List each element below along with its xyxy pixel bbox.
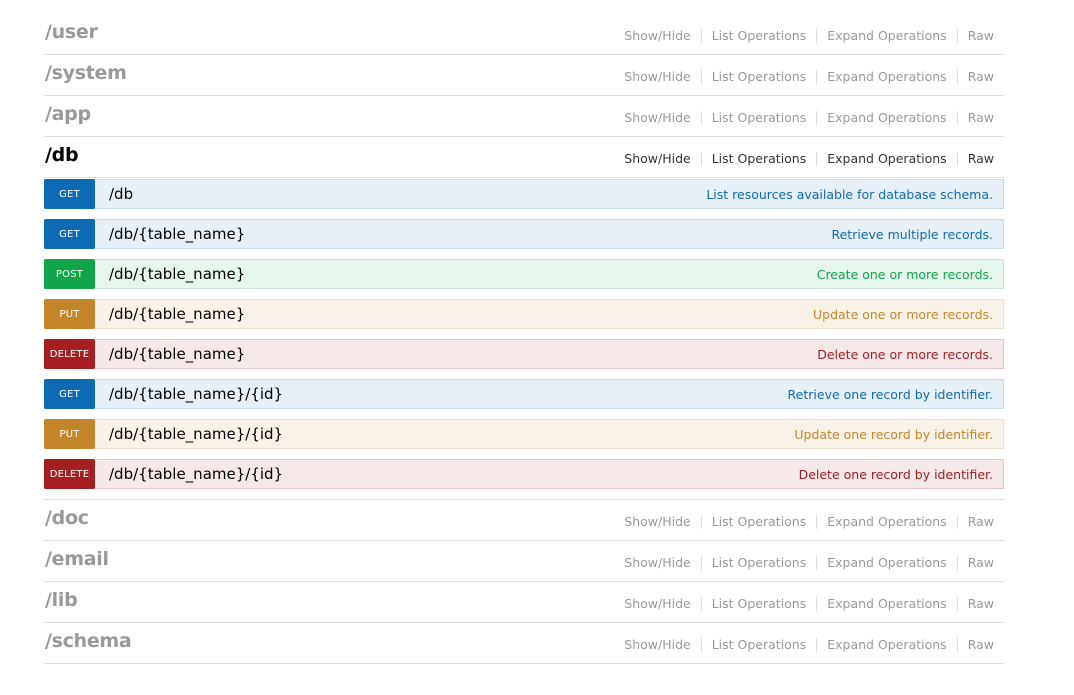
operation-summary-link[interactable]: Create one or more records. <box>817 267 993 282</box>
resource-name-link[interactable]: /db <box>45 144 79 166</box>
list-operations-link[interactable]: List Operations <box>700 152 817 166</box>
resource-name-link[interactable]: /schema <box>45 630 132 652</box>
raw-link[interactable]: Raw <box>956 515 1004 529</box>
api-resource-list: /user Show/Hide List Operations Expand Oper… <box>44 14 1004 664</box>
resource-name-link[interactable]: /lib <box>45 589 78 611</box>
operation-row[interactable]: PUT/db/{table_name}/{id} Update one recor… <box>44 419 1004 449</box>
operation-path-link[interactable]: /db/{table_name} <box>109 265 245 283</box>
operation-summary-link[interactable]: Retrieve one record by identifier. <box>788 387 993 402</box>
resource-section: /app Show/Hide List Operations Expand Opera… <box>44 96 1004 137</box>
expand-operations-link[interactable]: Expand Operations <box>816 152 956 166</box>
resource-actions: Show/Hide List Operations Expand Operation… <box>614 638 1004 652</box>
http-method-badge[interactable]: GET <box>44 179 95 209</box>
resource-section: /user Show/Hide List Operations Expand Oper… <box>44 14 1004 55</box>
resource-header: /db Show/Hide List Operations Expand Operat… <box>44 137 1004 178</box>
http-method-badge[interactable]: PUT <box>44 419 95 449</box>
raw-link[interactable]: Raw <box>956 29 1004 43</box>
show-hide-link[interactable]: Show/Hide <box>614 597 700 611</box>
expand-operations-link[interactable]: Expand Operations <box>816 638 956 652</box>
expand-operations-link[interactable]: Expand Operations <box>816 70 956 84</box>
expand-operations-link[interactable]: Expand Operations <box>816 515 956 529</box>
operation-row[interactable]: PUT/db/{table_name} Update one or more re… <box>44 299 1004 329</box>
show-hide-link[interactable]: Show/Hide <box>614 152 700 166</box>
operation-row[interactable]: GET/db List resources available for datab… <box>44 179 1004 209</box>
resource-actions: Show/Hide List Operations Expand Operation… <box>614 597 1004 611</box>
operation-summary-link[interactable]: Update one record by identifier. <box>794 427 993 442</box>
resource-name-link[interactable]: /system <box>45 62 127 84</box>
http-method-badge[interactable]: DELETE <box>44 339 95 369</box>
operation-row[interactable]: DELETE/db/{table_name} Delete one or more… <box>44 339 1004 369</box>
resource-section: /lib Show/Hide List Operations Expand Opera… <box>44 582 1004 623</box>
http-method-badge[interactable]: GET <box>44 219 95 249</box>
list-operations-link[interactable]: List Operations <box>700 111 817 125</box>
operation-row[interactable]: GET/db/{table_name} Retrieve multiple rec… <box>44 219 1004 249</box>
operation-summary-link[interactable]: Delete one record by identifier. <box>799 467 993 482</box>
resource-header: /app Show/Hide List Operations Expand Opera… <box>44 96 1004 137</box>
http-method-badge[interactable]: POST <box>44 259 95 289</box>
operation-path-link[interactable]: /db/{table_name}/{id} <box>109 425 283 443</box>
resource-name-link[interactable]: /doc <box>45 507 89 529</box>
raw-link[interactable]: Raw <box>956 556 1004 570</box>
operation-summary-link[interactable]: Delete one or more records. <box>817 347 993 362</box>
resource-header: /doc Show/Hide List Operations Expand Opera… <box>44 500 1004 541</box>
operation-row[interactable]: GET/db/{table_name}/{id} Retrieve one rec… <box>44 379 1004 409</box>
resource-section: /system Show/Hide List Operations Expand Op… <box>44 55 1004 96</box>
raw-link[interactable]: Raw <box>956 597 1004 611</box>
raw-link[interactable]: Raw <box>956 152 1004 166</box>
list-operations-link[interactable]: List Operations <box>700 556 817 570</box>
operation-path-link[interactable]: /db/{table_name} <box>109 345 245 363</box>
resource-actions: Show/Hide List Operations Expand Operation… <box>614 515 1004 529</box>
resource-name-link[interactable]: /app <box>45 103 91 125</box>
resource-section: /email Show/Hide List Operations Expand Ope… <box>44 541 1004 582</box>
http-method-badge[interactable]: DELETE <box>44 459 95 489</box>
operation-summary-link[interactable]: List resources available for database sc… <box>706 187 993 202</box>
expand-operations-link[interactable]: Expand Operations <box>816 111 956 125</box>
list-operations-link[interactable]: List Operations <box>700 29 817 43</box>
raw-link[interactable]: Raw <box>956 70 1004 84</box>
resource-section: /schema Show/Hide List Operations Expand Op… <box>44 623 1004 664</box>
operation-row[interactable]: DELETE/db/{table_name}/{id} Delete one re… <box>44 459 1004 489</box>
raw-link[interactable]: Raw <box>956 638 1004 652</box>
list-operations-link[interactable]: List Operations <box>700 638 817 652</box>
show-hide-link[interactable]: Show/Hide <box>614 29 700 43</box>
operation-path-link[interactable]: /db/{table_name}/{id} <box>109 465 283 483</box>
resource-section: /doc Show/Hide List Operations Expand Opera… <box>44 500 1004 541</box>
expand-operations-link[interactable]: Expand Operations <box>816 597 956 611</box>
resource-name-link[interactable]: /user <box>45 21 98 43</box>
operation-path-link[interactable]: /db/{table_name} <box>109 225 245 243</box>
resource-header: /system Show/Hide List Operations Expand Op… <box>44 55 1004 96</box>
expand-operations-link[interactable]: Expand Operations <box>816 29 956 43</box>
expand-operations-link[interactable]: Expand Operations <box>816 556 956 570</box>
http-method-badge[interactable]: GET <box>44 379 95 409</box>
resource-section: /db Show/Hide List Operations Expand Operat… <box>44 137 1004 500</box>
raw-link[interactable]: Raw <box>956 111 1004 125</box>
resource-name-link[interactable]: /email <box>45 548 109 570</box>
operation-summary-link[interactable]: Update one or more records. <box>813 307 993 322</box>
operation-list: GET/db List resources available for datab… <box>44 178 1004 500</box>
operation-path-link[interactable]: /db <box>109 185 133 203</box>
list-operations-link[interactable]: List Operations <box>700 597 817 611</box>
resource-header: /user Show/Hide List Operations Expand Oper… <box>44 14 1004 55</box>
resource-actions: Show/Hide List Operations Expand Operation… <box>614 152 1004 166</box>
resource-header: /email Show/Hide List Operations Expand Ope… <box>44 541 1004 582</box>
resource-actions: Show/Hide List Operations Expand Operation… <box>614 29 1004 43</box>
list-operations-link[interactable]: List Operations <box>700 515 817 529</box>
http-method-badge[interactable]: PUT <box>44 299 95 329</box>
resource-actions: Show/Hide List Operations Expand Operation… <box>614 70 1004 84</box>
resource-actions: Show/Hide List Operations Expand Operation… <box>614 556 1004 570</box>
resource-header: /lib Show/Hide List Operations Expand Opera… <box>44 582 1004 623</box>
resource-actions: Show/Hide List Operations Expand Operation… <box>614 111 1004 125</box>
operation-summary-link[interactable]: Retrieve multiple records. <box>831 227 993 242</box>
show-hide-link[interactable]: Show/Hide <box>614 638 700 652</box>
operation-path-link[interactable]: /db/{table_name}/{id} <box>109 385 283 403</box>
operation-row[interactable]: POST/db/{table_name} Create one or more r… <box>44 259 1004 289</box>
show-hide-link[interactable]: Show/Hide <box>614 111 700 125</box>
show-hide-link[interactable]: Show/Hide <box>614 70 700 84</box>
operation-path-link[interactable]: /db/{table_name} <box>109 305 245 323</box>
show-hide-link[interactable]: Show/Hide <box>614 515 700 529</box>
resource-header: /schema Show/Hide List Operations Expand Op… <box>44 623 1004 664</box>
list-operations-link[interactable]: List Operations <box>700 70 817 84</box>
show-hide-link[interactable]: Show/Hide <box>614 556 700 570</box>
